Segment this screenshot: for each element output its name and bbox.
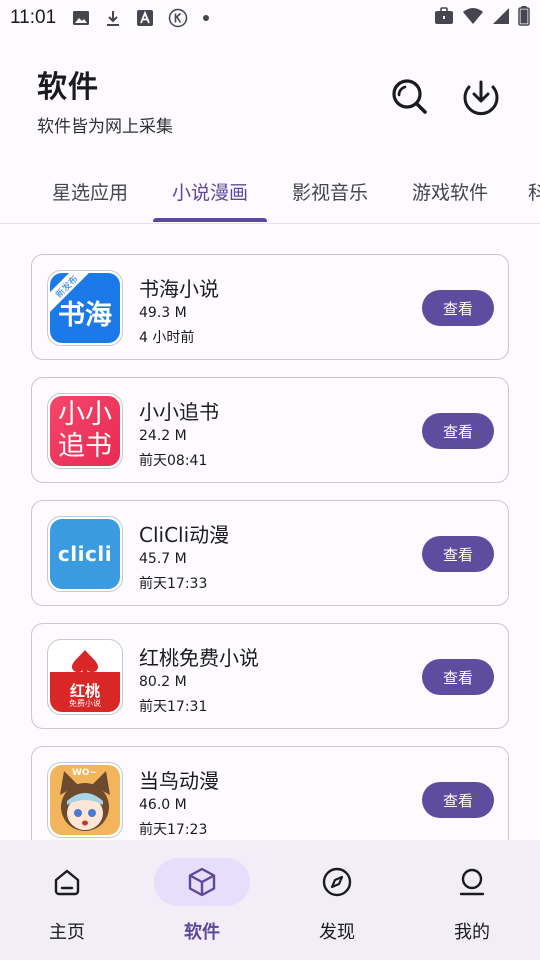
- book-icon: 小小追书: [50, 396, 120, 466]
- nav-label: 主页: [49, 922, 85, 943]
- icon-subtext: 免费小说: [69, 699, 101, 708]
- app-icon-xiaoxiao: 小小追书: [47, 393, 123, 469]
- app-icon-clicli: clicli: [47, 516, 123, 592]
- status-time: 11:01: [10, 7, 57, 28]
- app-time: 前天08:41: [139, 453, 208, 469]
- view-button[interactable]: 查看: [422, 536, 494, 572]
- app-time: 前天17:31: [139, 699, 208, 715]
- app-size: 80.2 M: [139, 674, 187, 690]
- list-item[interactable]: 红桃 免费小说 红桃免费小说 80.2 M 前天17:31 查看: [31, 623, 509, 729]
- tab-video-music[interactable]: 影视音乐: [278, 160, 382, 223]
- app-name: 小小追书: [139, 400, 219, 424]
- page-title: 软件: [37, 70, 99, 105]
- tab-more[interactable]: 科: [518, 160, 540, 223]
- list-item[interactable]: 新发布 书海 书海小说 49.3 M 4 小时前 查看: [31, 254, 509, 360]
- list-item[interactable]: WO~ 当鸟动漫 46.0 M 前天17:23 查看: [31, 746, 509, 840]
- category-tabs: 星选应用 小说漫画 影视音乐 游戏软件 科: [0, 160, 540, 224]
- list-item[interactable]: clicli CliCli动漫 45.7 M 前天17:33 查看: [31, 500, 509, 606]
- nav-label: 发现: [319, 922, 355, 943]
- nav-pill: [424, 858, 520, 906]
- tab-indicator: [153, 218, 267, 222]
- image-icon: [72, 9, 90, 27]
- signal-icon: [492, 7, 510, 30]
- icon-text: WO~: [72, 768, 98, 778]
- cube-icon: [188, 867, 216, 897]
- app-size: 45.7 M: [139, 551, 187, 567]
- app-icon-hongtao: 红桃 免费小说: [47, 639, 123, 715]
- home-icon: [54, 869, 80, 896]
- app-icon-dangniao: WO~: [47, 762, 123, 838]
- font-a-icon: [136, 9, 154, 27]
- icon-text: 书海: [58, 299, 112, 331]
- tab-games[interactable]: 游戏软件: [398, 160, 502, 223]
- book-icon: 新发布 书海: [50, 273, 120, 343]
- tab-novels-comics[interactable]: 小说漫画: [158, 160, 262, 223]
- nav-profile[interactable]: 我的: [412, 858, 532, 948]
- icon-text: 小小追书: [58, 399, 112, 462]
- nav-pill: [19, 858, 115, 906]
- view-button[interactable]: 查看: [422, 413, 494, 449]
- status-bar: 11:01: [0, 0, 540, 36]
- app-size: 46.0 M: [139, 797, 187, 813]
- app-time: 前天17:33: [139, 576, 208, 592]
- download-button[interactable]: [459, 74, 503, 118]
- app-name: 当鸟动漫: [139, 769, 219, 793]
- dot-icon: [202, 14, 210, 22]
- battery-icon: [518, 5, 530, 31]
- nav-label: 软件: [184, 922, 220, 943]
- app-icon-shuhai: 新发布 书海: [47, 270, 123, 346]
- download-circle-icon: [463, 80, 499, 116]
- view-button[interactable]: 查看: [422, 290, 494, 326]
- spade-icon: 红桃 免费小说: [50, 642, 120, 712]
- tv-icon: clicli: [50, 519, 120, 589]
- k-circle-icon: [168, 8, 188, 28]
- wifi-icon: [462, 7, 484, 30]
- view-button[interactable]: 查看: [422, 782, 494, 818]
- app-name: 书海小说: [139, 277, 219, 301]
- anime-character-icon: WO~: [50, 765, 120, 835]
- view-button[interactable]: 查看: [422, 659, 494, 695]
- header: 软件 软件皆为网上采集: [37, 62, 173, 137]
- nav-pill: [154, 858, 250, 906]
- nav-home[interactable]: 主页: [7, 858, 127, 948]
- nav-software[interactable]: 软件: [142, 858, 262, 948]
- list-item[interactable]: 小小追书 小小追书 24.2 M 前天08:41 查看: [31, 377, 509, 483]
- compass-icon: [322, 867, 352, 897]
- bottom-navigation: 主页 软件 发现 我的: [0, 840, 540, 960]
- app-list: 新发布 书海 书海小说 49.3 M 4 小时前 查看 小小追书 小小追书 24…: [0, 225, 540, 840]
- tab-featured[interactable]: 星选应用: [38, 160, 142, 223]
- app-name: CliCli动漫: [139, 523, 230, 547]
- nav-pill: [289, 858, 385, 906]
- search-icon: [392, 79, 427, 114]
- app-size: 24.2 M: [139, 428, 187, 444]
- app-name: 红桃免费小说: [139, 646, 259, 670]
- search-button[interactable]: [387, 74, 431, 118]
- nav-discover[interactable]: 发现: [277, 858, 397, 948]
- app-size: 49.3 M: [139, 305, 187, 321]
- app-time: 4 小时前: [139, 330, 195, 346]
- app-time: 前天17:23: [139, 822, 208, 838]
- briefcase-icon: [434, 6, 454, 30]
- nav-label: 我的: [454, 922, 490, 943]
- icon-text: clicli: [57, 542, 113, 566]
- person-icon: [459, 868, 485, 896]
- download-icon: [104, 9, 122, 27]
- page-subtitle: 软件皆为网上采集: [37, 117, 173, 137]
